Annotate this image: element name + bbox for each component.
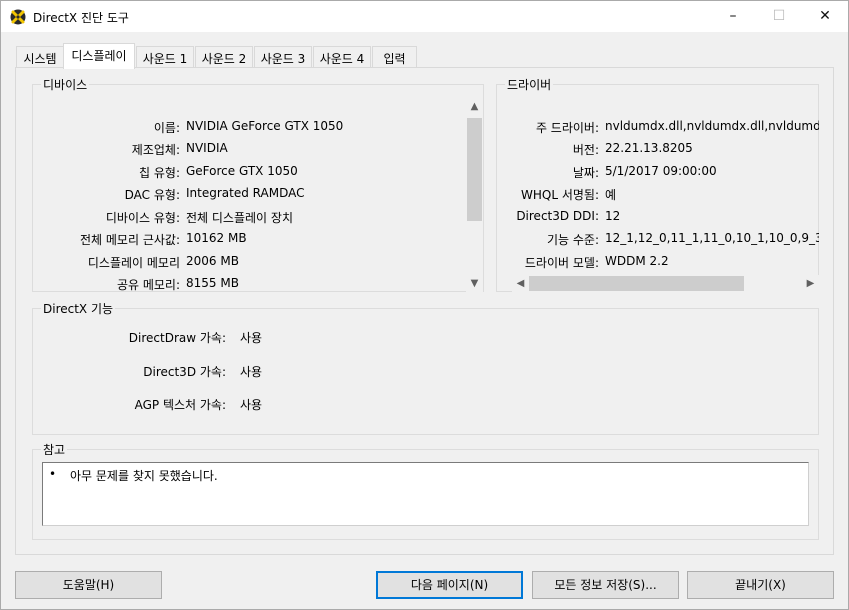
version-label: 버전: [572,143,599,157]
driver-horizontal-scrollbar[interactable]: ◀ ▶ [512,275,819,292]
exit-button[interactable]: 끝내기(X) [687,571,834,599]
direct3d-value: 사용 [240,365,263,379]
minimize-button[interactable]: – [710,1,756,32]
chip-type-label: 칩 유형: [139,166,180,180]
notes-message: 아무 문제를 찾지 못했습니다. [70,469,218,483]
close-button[interactable]: ✕ [802,1,848,32]
scroll-left-icon[interactable]: ◀ [512,275,529,292]
manufacturer-label: 제조업체: [131,143,180,157]
directx-features-title: DirectX 기능 [41,300,116,317]
main-driver-label: 주 드라이버: [535,121,599,135]
ddi-label: Direct3D DDI: [516,209,599,223]
tab-sound-4[interactable]: 사운드 4 [313,46,371,68]
title-bar: DirectX 진단 도구 – ☐ ✕ [1,1,848,32]
device-vertical-scrollbar[interactable]: ▲ ▼ [466,98,483,292]
chip-type-value: GeForce GTX 1050 [186,164,298,178]
driver-model-value: WDDM 2.2 [605,254,669,268]
tab-sound-3[interactable]: 사운드 3 [254,46,312,68]
date-label: 날짜: [572,166,599,180]
tab-system[interactable]: 시스템 [16,46,64,68]
shared-memory-label: 공유 메모리: [116,278,180,292]
maximize-button[interactable]: ☐ [756,1,802,32]
ddi-value: 12 [605,209,621,223]
driver-model-label: 드라이버 모델: [524,256,599,270]
display-memory-label: 디스플레이 메모리 [87,256,180,270]
notes-title: 참고 [41,441,68,458]
directx-icon [10,9,26,25]
save-all-info-button[interactable]: 모든 정보 저장(S)... [532,571,679,599]
tab-sound-1[interactable]: 사운드 1 [136,46,194,68]
shared-memory-value: 8155 MB [186,276,239,290]
tab-display[interactable]: 디스플레이 [63,43,135,69]
version-value: 22.21.13.8205 [605,141,693,155]
device-type-value: 전체 디스플레이 장치 [186,211,293,225]
total-memory-label: 전체 메모리 근사값: [80,233,180,247]
display-tab-panel: 디바이스 이름: NVIDIA GeForce GTX 1050 제조업체: N… [15,67,834,555]
date-value: 5/1/2017 09:00:00 [605,164,717,178]
notes-text-area[interactable]: • 아무 문제를 찾지 못했습니다. [42,462,809,526]
direct3d-label: Direct3D 가속: [143,365,226,379]
device-type-label: 디바이스 유형: [105,211,180,225]
driver-info-list: 주 드라이버: nvldumdx.dll,nvldumdx.dll,nvldum… [497,85,819,275]
device-name-label: 이름: [153,121,180,135]
device-name-value: NVIDIA GeForce GTX 1050 [186,119,344,133]
dxdiag-window: DirectX 진단 도구 – ☐ ✕ 시스템 디스플레이 사운드 1 사운드 … [0,0,849,610]
agp-label: AGP 텍스처 가속: [134,398,226,412]
bullet-icon: • [49,467,57,481]
tab-input[interactable]: 입력 [372,46,417,68]
device-group-title: 디바이스 [41,76,90,93]
dac-type-label: DAC 유형: [124,188,180,202]
feature-levels-value: 12_1,12_0,11_1,11_0,10_1,10_0,9_3,9_2 [605,231,819,245]
directdraw-value: 사용 [240,331,263,345]
help-button[interactable]: 도움말(H) [15,571,162,599]
scroll-right-icon[interactable]: ▶ [802,275,819,292]
whql-value: 예 [605,188,617,202]
feature-levels-label: 기능 수준: [546,233,599,247]
manufacturer-value: NVIDIA [186,141,228,155]
directdraw-label: DirectDraw 가속: [128,331,226,345]
scroll-down-icon[interactable]: ▼ [466,275,483,292]
whql-label: WHQL 서명됨: [521,188,599,202]
notes-group: 참고 • 아무 문제를 찾지 못했습니다. [32,441,819,540]
main-driver-value: nvldumdx.dll,nvldumdx.dll,nvldumdx.dl [605,119,819,133]
dac-type-value: Integrated RAMDAC [186,186,305,200]
driver-scroll-thumb[interactable] [529,276,744,291]
device-group: 디바이스 이름: NVIDIA GeForce GTX 1050 제조업체: N… [32,76,484,292]
scroll-up-icon[interactable]: ▲ [466,98,483,115]
agp-value: 사용 [240,398,263,412]
tab-sound-2[interactable]: 사운드 2 [195,46,253,68]
display-memory-value: 2006 MB [186,254,239,268]
next-page-button[interactable]: 다음 페이지(N) [376,571,523,599]
device-scroll-thumb[interactable] [467,118,482,221]
driver-group: 드라이버 주 드라이버: nvldumdx.dll,nvldumdx.dll,n… [496,76,819,292]
window-title: DirectX 진단 도구 [33,11,129,25]
directx-features-group: DirectX 기능 DirectDraw 가속: 사용 Direct3D 가속… [32,300,819,435]
total-memory-value: 10162 MB [186,231,247,245]
